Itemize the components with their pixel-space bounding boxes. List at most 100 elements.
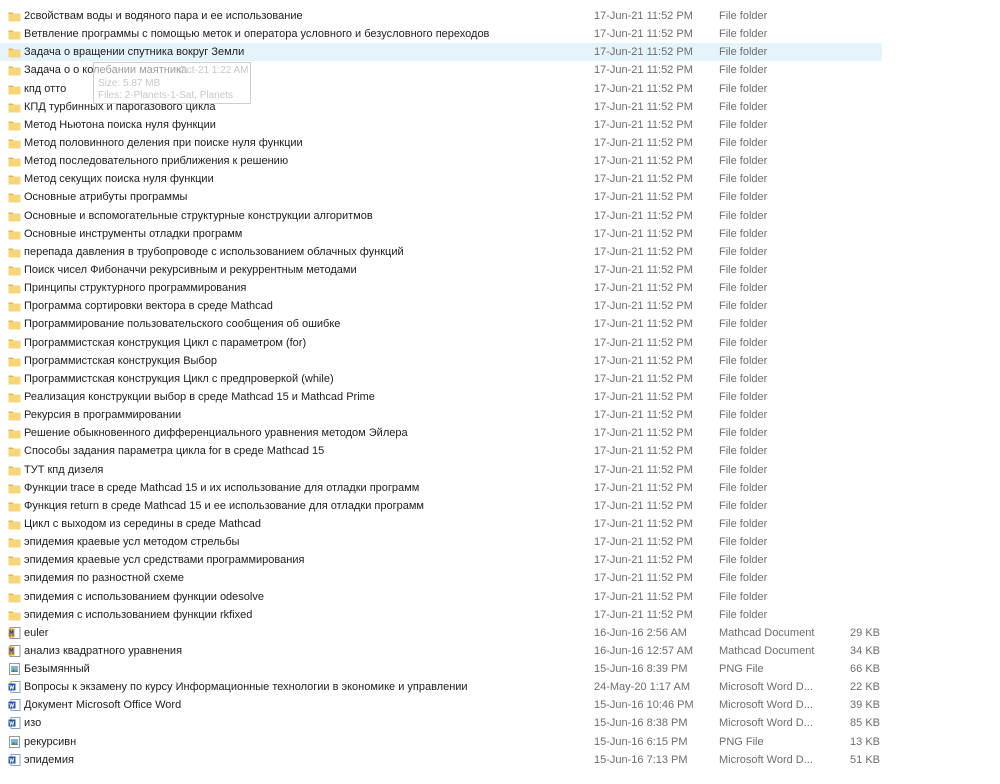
row-name: анализ квадратного уравнения: [24, 644, 183, 657]
folder-row[interactable]: Программистская конструкция Цикл с парам…: [0, 334, 1000, 352]
folder-icon: [8, 318, 21, 330]
folder-row[interactable]: Цикл с выходом из середины в среде Mathc…: [0, 515, 1000, 533]
folder-row[interactable]: перепада давления в трубопроводе с испол…: [0, 243, 1000, 261]
row-type: File folder: [719, 64, 768, 77]
folder-row[interactable]: Программирование пользовательского сообщ…: [0, 315, 1000, 333]
folder-row[interactable]: эпидемия по разностной схеме 17-Jun-21 11…: [0, 569, 1000, 587]
row-name: Программа сортировки вектора в среде Mat…: [24, 300, 273, 313]
row-date-modified: 17-Jun-21 11:52 PM: [594, 445, 693, 458]
row-date-modified: 17-Jun-21 11:52 PM: [594, 554, 693, 567]
folder-icon: [8, 445, 21, 457]
word-document-icon: [8, 753, 21, 766]
folder-row[interactable]: эпидемия с использованием функции odesol…: [0, 588, 1000, 606]
folder-row[interactable]: ТУТ кпд дизеля 17-Jun-21 11:52 PM File fol…: [0, 461, 1000, 479]
row-name: Реализация конструкции выбор в среде Mat…: [24, 390, 375, 403]
row-type: File folder: [719, 336, 768, 349]
row-type: File folder: [719, 46, 768, 59]
folder-icon: [8, 10, 21, 22]
folder-row[interactable]: Способы задания параметра цикла for в ср…: [0, 442, 1000, 460]
png-file-icon: [8, 663, 21, 676]
row-size: 85 KB: [850, 717, 880, 730]
row-date-modified: 17-Jun-21 11:52 PM: [594, 10, 693, 22]
folder-icon: [8, 101, 21, 113]
folder-icon: [8, 355, 21, 367]
folder-icon: [8, 482, 21, 494]
row-name: кпд отто: [24, 82, 67, 95]
file-row[interactable]: изо 15-Jun-16 8:38 PM Microsoft Word D... 8…: [0, 714, 1000, 732]
folder-row[interactable]: Реализация конструкции выбор в среде Mat…: [0, 388, 1000, 406]
row-type: File folder: [719, 118, 768, 131]
folder-row[interactable]: эпидемия краевые усл методом стрельбы 17-…: [0, 533, 1000, 551]
row-name: Программирование пользовательского сообщ…: [24, 318, 341, 331]
folder-row[interactable]: Метод половинного деления при поиске нул…: [0, 134, 1000, 152]
file-row[interactable]: анализ квадратного уравнения 16-Jun-16 12…: [0, 642, 1000, 660]
folder-icon: [8, 246, 21, 258]
folder-row[interactable]: 2свойствам воды и водяного пара и ее исп…: [0, 7, 1000, 25]
folder-icon: [8, 554, 21, 566]
row-date-modified: 17-Jun-21 11:52 PM: [594, 572, 693, 585]
row-name: Документ Microsoft Office Word: [24, 699, 182, 712]
folder-row[interactable]: Метод последовательного приближения к ре…: [0, 152, 1000, 170]
folder-row[interactable]: Программа сортировки вектора в среде Mat…: [0, 297, 1000, 315]
folder-row[interactable]: Решение обыкновенного дифференциального …: [0, 424, 1000, 442]
folder-icon: [8, 119, 21, 131]
row-name: Метод секущих поиска нуля функции: [24, 173, 214, 186]
folder-row[interactable]: Задача о вращении спутника вокруг Земли 1…: [0, 43, 882, 62]
row-type: File folder: [719, 499, 768, 512]
file-row[interactable]: Вопросы к экзамену по курсу Информационн…: [0, 678, 1000, 696]
row-name: Цикл с выходом из середины в среде Mathc…: [24, 517, 262, 530]
row-size: 22 KB: [850, 681, 880, 694]
folder-icon: [8, 409, 21, 421]
folder-row[interactable]: Программистская конструкция Цикл с предп…: [0, 370, 1000, 388]
row-date-modified: 15-Jun-16 6:15 PM: [594, 735, 688, 748]
row-type: File folder: [719, 590, 768, 603]
row-name: эпидемия с использованием функции odesol…: [24, 590, 264, 603]
row-name: Ветвление программы с помощью меток и оп…: [24, 28, 490, 41]
file-row[interactable]: Документ Microsoft Office Word 15-Jun-16 …: [0, 696, 1000, 714]
row-type: File folder: [719, 173, 768, 186]
folder-row[interactable]: Основные атрибуты программы 17-Jun-21 11:…: [0, 188, 1000, 206]
folder-icon: [8, 536, 21, 548]
row-name: перепада давления в трубопроводе с испол…: [24, 245, 404, 258]
folder-row[interactable]: Основные и вспомогательные структурные к…: [0, 207, 1000, 225]
folder-row[interactable]: Функции trace в среде Mathcad 15 и их ис…: [0, 479, 1000, 497]
file-row[interactable]: рекурсивн 15-Jun-16 6:15 PM PNG File 13 KB: [0, 733, 1000, 751]
file-row[interactable]: euler 16-Jun-16 2:56 AM Mathcad Document 29…: [0, 624, 1000, 642]
row-date-modified: 17-Jun-21 11:52 PM: [594, 173, 693, 186]
file-row[interactable]: Безымянный 15-Jun-16 8:39 PM PNG File 66 KB: [0, 660, 1000, 678]
row-name: ТУТ кпд дизеля: [24, 463, 104, 476]
folder-row[interactable]: Ветвление программы с помощью меток и оп…: [0, 25, 1000, 43]
folder-icon: [8, 191, 21, 203]
row-name: Основные атрибуты программы: [24, 191, 188, 204]
file-list: 2свойствам воды и водяного пара и ее исп…: [0, 7, 1000, 769]
row-type: File folder: [719, 100, 768, 113]
folder-row[interactable]: Основные инструменты отладки программ 17-…: [0, 225, 1000, 243]
folder-row[interactable]: Поиск чисел Фибоначчи рекурсивным и реку…: [0, 261, 1000, 279]
folder-row[interactable]: Принципы структурного программирования 17…: [0, 279, 1000, 297]
folder-row[interactable]: эпидемия краевые усл средствами программ…: [0, 551, 1000, 569]
row-name: Способы задания параметра цикла for в ср…: [24, 445, 325, 458]
row-date-modified: 17-Jun-21 11:52 PM: [594, 64, 693, 77]
row-date-modified: 15-Jun-16 10:46 PM: [594, 699, 694, 712]
row-type: File folder: [719, 536, 768, 549]
row-name: Задача о вращении спутника вокруг Земли: [24, 46, 245, 59]
folder-row[interactable]: Метод секущих поиска нуля функции 17-Jun-…: [0, 170, 1000, 188]
row-type: Microsoft Word D...: [719, 717, 813, 730]
folder-row[interactable]: Функция return в среде Mathcad 15 и ее и…: [0, 497, 1000, 515]
row-date-modified: 17-Jun-21 11:52 PM: [594, 100, 693, 113]
row-type: Microsoft Word D...: [719, 753, 813, 766]
folder-icon: [8, 228, 21, 240]
folder-row[interactable]: Программистская конструкция Выбор 17-Jun-…: [0, 352, 1000, 370]
row-name: эпидемия с использованием функции rkfixe…: [24, 608, 253, 621]
file-row[interactable]: эпидемия 15-Jun-16 7:13 PM Microsoft Word …: [0, 751, 1000, 769]
folder-row[interactable]: эпидемия с использованием функции rkfixe…: [0, 606, 1000, 624]
row-date-modified: 17-Jun-21 11:52 PM: [594, 118, 693, 131]
row-date-modified: 17-Jun-21 11:52 PM: [594, 390, 693, 403]
folder-row[interactable]: Метод Ньютона поиска нуля функции 17-Jun-…: [0, 116, 1000, 134]
folder-row[interactable]: Рекурсия в программировании 17-Jun-21 11:…: [0, 406, 1000, 424]
folder-icon: [8, 373, 21, 385]
word-document-icon: [8, 717, 21, 730]
mathcad-document-icon: [8, 644, 21, 657]
row-type: File folder: [719, 191, 768, 204]
row-type: File folder: [719, 282, 768, 295]
